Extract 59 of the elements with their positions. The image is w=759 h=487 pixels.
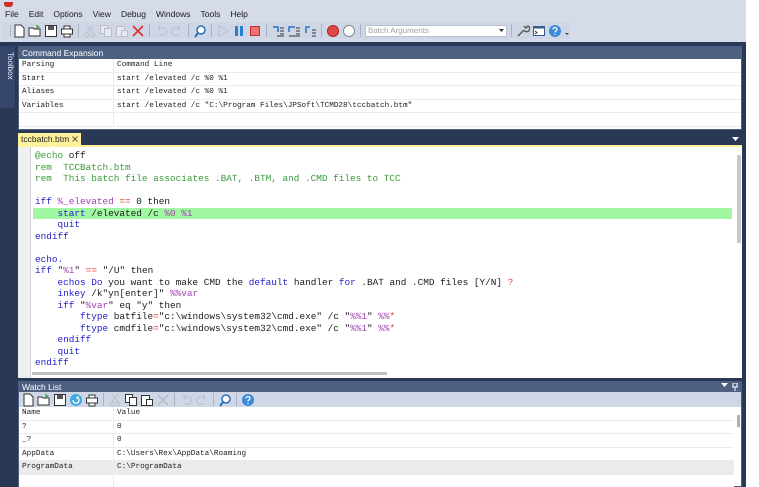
delete-icon[interactable] [131,24,145,38]
code-line: echo. [34,254,64,265]
vertical-scrollbar[interactable] [737,155,741,243]
menu-item[interactable]: View [92,9,111,19]
printer-icon[interactable] [60,24,74,38]
menu-item[interactable]: Windows [156,9,190,19]
wrench-icon[interactable] [516,24,530,38]
dropdown-arrow-icon[interactable] [732,137,739,142]
code-line: echos Do you want to make CMD the default handler for .BAT and .CMD files [Y/N] ? [56,276,514,288]
menu-item[interactable]: Help [230,9,248,19]
grip-icon [9,24,12,36]
folder-icon[interactable] [28,24,42,38]
code-line: inkey /k"yn[enter]" %%var [56,288,200,300]
menu-item[interactable]: Options [53,9,83,19]
code-line: endiff [34,357,70,368]
printer-icon[interactable] [85,392,99,406]
search-icon[interactable] [218,392,232,406]
code-line: rem TCCBatch.btm [34,162,132,173]
step-into-icon[interactable] [271,24,285,38]
close-icon[interactable] [72,136,78,142]
code-line: endiff [56,334,92,346]
horizontal-scrollbar[interactable] [32,372,387,375]
toolbox-tab[interactable]: Toolbox [0,46,15,108]
breakpoint-icon[interactable] [326,24,340,38]
caret-icon[interactable] [499,29,504,32]
help-icon[interactable] [548,24,562,38]
vertical-scrollbar[interactable] [737,415,740,427]
code-line: quit [56,219,82,230]
pin-icon[interactable] [732,383,738,391]
code-line: rem This batch file associates .BAT, .BTM, and .CMD files to TCC [34,173,402,184]
page-icon[interactable] [12,24,26,38]
step-over-icon[interactable] [287,24,301,38]
menu-item[interactable]: Edit [28,9,44,19]
menu-item[interactable]: File [5,9,19,19]
panel-title: Command Expansion [22,48,104,58]
pause-icon[interactable] [232,24,246,38]
step-out-icon[interactable] [303,24,317,38]
search-icon[interactable] [193,24,207,38]
stop-icon[interactable] [248,24,262,38]
copy-icon[interactable] [124,392,138,406]
dropdown-arrow-icon[interactable] [721,383,728,388]
menu-item[interactable]: Tools [200,9,220,19]
console-icon[interactable] [532,24,546,38]
folder-icon[interactable] [37,392,51,406]
code-line: ftype cmdfile="c:\windows\system32\cmd.exe" /c "%%1" %%* [79,322,396,334]
clipboard-icon[interactable] [140,392,154,406]
file-tab[interactable]: tccbatch.btm [18,133,82,145]
panel-title: Watch List [22,382,62,392]
code-line: endiff [34,230,70,242]
code-line: iff "%1" == "/U" then [34,265,154,276]
app-logo-icon [4,2,13,7]
code-line: iff "%var" eq "y" then [56,300,182,311]
circle-icon[interactable] [342,24,356,38]
menu-item[interactable]: Debug [120,9,146,19]
code-line: quit [56,346,82,357]
code-line: @echo off [34,150,87,162]
help-icon[interactable] [241,392,255,406]
code-line: ftype batfile="c:\windows\system32\cmd.exe" /c "%%1" %%* [79,311,396,322]
code-line: iff %_elevated == 0 then [34,196,172,208]
